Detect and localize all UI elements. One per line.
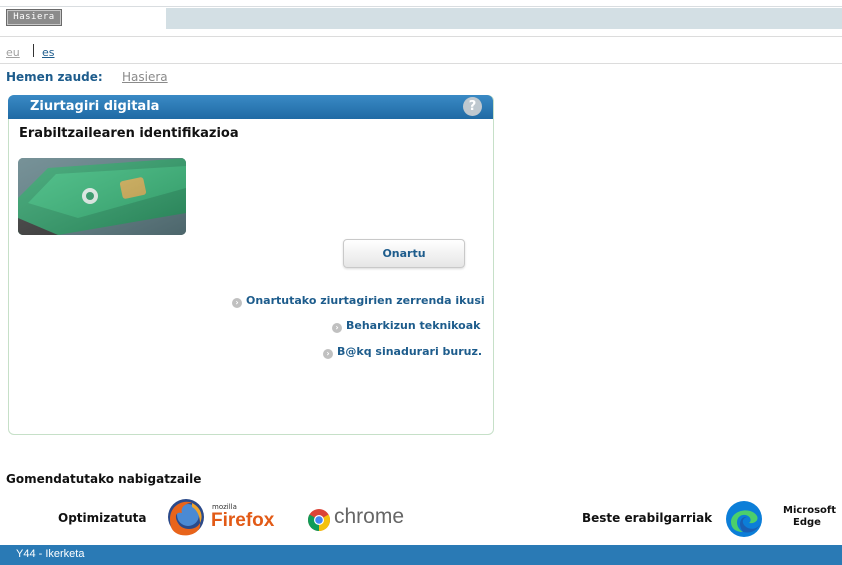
language-separator — [33, 44, 34, 57]
language-es-link[interactable]: es — [42, 46, 55, 59]
home-button[interactable]: Hasiera — [6, 9, 62, 26]
firefox-icon[interactable] — [166, 497, 206, 537]
breadcrumb-home-link[interactable]: Hasiera — [122, 70, 168, 84]
accept-button[interactable]: Onartu — [343, 239, 465, 268]
smart-card-image — [18, 158, 186, 235]
language-eu-link[interactable]: eu — [6, 46, 20, 59]
firefox-name: Firefox — [211, 510, 275, 531]
recommended-browsers-title: Gomendatutako nabigatzaile — [6, 472, 202, 486]
bakq-signature-link[interactable]: › B@kq sinadurari buruz. — [323, 345, 482, 359]
link-label: B@kq sinadurari buruz. — [337, 345, 483, 358]
divider — [0, 63, 842, 64]
edge-name-line1: Microsoft — [783, 505, 837, 516]
technical-requirements-link[interactable]: › Beharkizun teknikoak — [332, 319, 480, 333]
link-label: Onartutako ziurtagirien zerrenda ikusi — [246, 294, 485, 307]
other-browsers-label: Beste erabilgarriak — [582, 511, 713, 525]
optimized-label: Optimizatuta — [58, 511, 147, 525]
panel-title: Ziurtagiri digitala — [30, 99, 160, 114]
footer-text: Y44 - Ikerketa — [16, 548, 85, 560]
divider — [0, 36, 842, 37]
chevron-right-icon: › — [232, 298, 242, 308]
edge-icon[interactable] — [725, 500, 763, 538]
edge-name-line2: Edge — [793, 517, 821, 528]
panel-subtitle: Erabiltzailearen identifikazioa — [19, 126, 239, 141]
top-divider — [0, 6, 842, 7]
chevron-right-icon: › — [332, 323, 342, 333]
chrome-name: chrome — [334, 505, 405, 528]
edge-name: Microsoft Edge — [783, 505, 837, 529]
breadcrumb-label: Hemen zaude: — [6, 70, 103, 84]
link-label: Beharkizun teknikoak — [346, 319, 481, 332]
help-icon[interactable]: ? — [463, 97, 482, 116]
top-banner — [166, 8, 842, 29]
chrome-icon[interactable] — [307, 508, 331, 532]
chevron-right-icon: › — [323, 349, 333, 359]
accepted-certificates-link[interactable]: › Onartutako ziurtagirien zerrenda ikusi — [232, 294, 485, 308]
footer-bar — [0, 545, 842, 565]
